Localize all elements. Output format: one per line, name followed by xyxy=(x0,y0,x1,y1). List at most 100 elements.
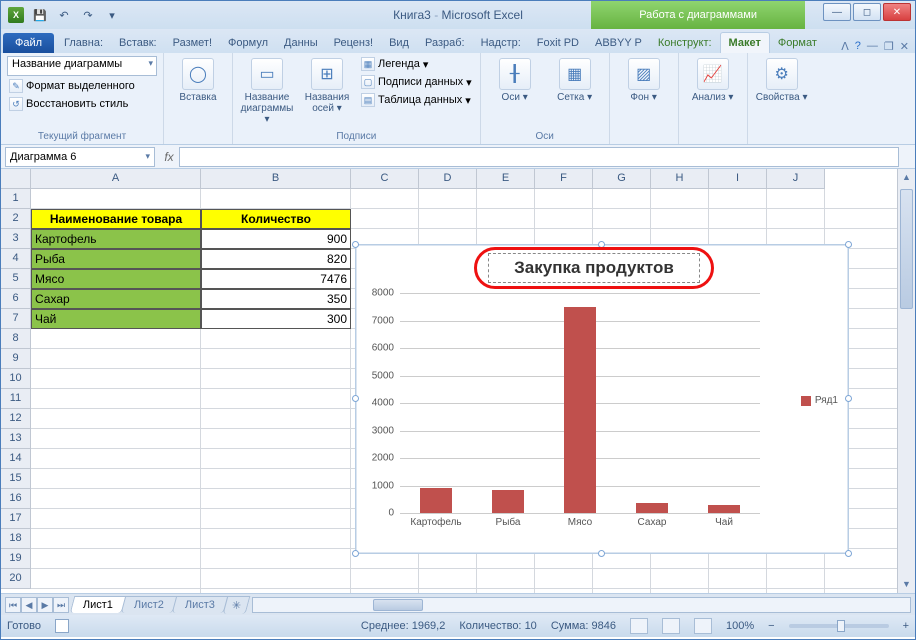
row-header[interactable]: 11 xyxy=(1,389,31,409)
tab-nav-last-icon[interactable]: ⏭ xyxy=(53,597,69,613)
axis-titles-button[interactable]: ⊞ Названия осей ▾ xyxy=(299,56,355,116)
row-header[interactable]: 6 xyxy=(1,289,31,309)
vertical-scrollbar[interactable]: ▲ ▼ xyxy=(897,169,915,593)
row-header[interactable]: 16 xyxy=(1,489,31,509)
column-header[interactable]: F xyxy=(535,169,593,189)
chart-bar[interactable] xyxy=(636,503,668,513)
insert-shapes-button[interactable]: ◯ Вставка xyxy=(170,56,226,105)
column-header[interactable]: C xyxy=(351,169,419,189)
sheet-tab[interactable]: Лист2 xyxy=(121,596,178,613)
reset-style-button[interactable]: ↺Восстановить стиль xyxy=(7,96,157,112)
zoom-out-button[interactable]: − xyxy=(768,620,774,632)
chart-bar[interactable] xyxy=(708,505,740,513)
zoom-in-button[interactable]: + xyxy=(903,620,909,632)
table-qty-cell[interactable]: 900 xyxy=(201,229,351,249)
row-header[interactable]: 17 xyxy=(1,509,31,529)
view-page-layout-icon[interactable] xyxy=(662,618,680,634)
close-button[interactable]: ✕ xyxy=(883,3,911,21)
format-selection-button[interactable]: ✎Формат выделенного xyxy=(7,78,157,94)
tab-developer[interactable]: Разраб: xyxy=(417,33,473,53)
tab-foxit[interactable]: Foxit PD xyxy=(529,33,587,53)
row-header[interactable]: 4 xyxy=(1,249,31,269)
row-header[interactable]: 15 xyxy=(1,469,31,489)
zoom-slider[interactable] xyxy=(789,624,889,628)
data-labels-button[interactable]: ▢Подписи данных ▾ xyxy=(359,74,474,90)
column-header[interactable]: E xyxy=(477,169,535,189)
chart-legend[interactable]: Ряд1 xyxy=(801,395,838,406)
scroll-thumb[interactable] xyxy=(373,599,423,611)
chart-bar[interactable] xyxy=(420,488,452,513)
scroll-thumb[interactable] xyxy=(900,189,913,309)
zoom-level[interactable]: 100% xyxy=(726,620,754,632)
legend-button[interactable]: ▦Легенда ▾ xyxy=(359,56,474,72)
view-normal-icon[interactable] xyxy=(630,618,648,634)
row-header[interactable]: 12 xyxy=(1,409,31,429)
resize-handle[interactable] xyxy=(352,395,359,402)
column-header[interactable]: D xyxy=(419,169,477,189)
row-header[interactable]: 5 xyxy=(1,269,31,289)
sheet-tab-active[interactable]: Лист1 xyxy=(70,596,127,613)
table-qty-cell[interactable]: 7476 xyxy=(201,269,351,289)
ribbon-minimize-icon[interactable]: ᐱ xyxy=(841,40,849,53)
minimize-button[interactable]: — xyxy=(823,3,851,21)
background-button[interactable]: ▨Фон ▾ xyxy=(616,56,672,105)
tab-layout[interactable]: Размет! xyxy=(165,33,220,53)
row-header[interactable]: 7 xyxy=(1,309,31,329)
undo-icon[interactable]: ↶ xyxy=(53,4,75,26)
column-header[interactable]: J xyxy=(767,169,825,189)
chart-bar[interactable] xyxy=(564,307,596,513)
chart-bar[interactable] xyxy=(492,490,524,513)
embedded-chart[interactable]: Закупка продуктов 0100020003000400050006… xyxy=(355,244,849,554)
resize-handle[interactable] xyxy=(845,241,852,248)
view-page-break-icon[interactable] xyxy=(694,618,712,634)
maximize-button[interactable]: ◻ xyxy=(853,3,881,21)
row-header[interactable]: 1 xyxy=(1,189,31,209)
resize-handle[interactable] xyxy=(598,241,605,248)
doc-minimize-icon[interactable]: — xyxy=(867,40,878,53)
horizontal-scrollbar[interactable] xyxy=(252,597,911,613)
resize-handle[interactable] xyxy=(352,550,359,557)
table-qty-cell[interactable]: 820 xyxy=(201,249,351,269)
table-header-cell[interactable]: Наименование товара xyxy=(31,209,201,229)
tab-chart-design[interactable]: Конструкт: xyxy=(650,33,720,53)
tab-abbyy[interactable]: ABBYY P xyxy=(587,33,650,53)
column-header[interactable]: A xyxy=(31,169,201,189)
data-table-button[interactable]: ▤Таблица данных ▾ xyxy=(359,92,474,108)
row-header[interactable]: 19 xyxy=(1,549,31,569)
table-qty-cell[interactable]: 300 xyxy=(201,309,351,329)
plot-area[interactable]: 010002000300040005000600070008000Картофе… xyxy=(400,293,760,513)
tab-formulas[interactable]: Формул xyxy=(220,33,276,53)
row-header[interactable]: 20 xyxy=(1,569,31,589)
formula-input[interactable] xyxy=(179,147,899,167)
axes-button[interactable]: ╂Оси ▾ xyxy=(487,56,543,105)
row-header[interactable]: 8 xyxy=(1,329,31,349)
select-all-corner[interactable] xyxy=(1,169,31,189)
row-header[interactable]: 14 xyxy=(1,449,31,469)
column-header[interactable]: H xyxy=(651,169,709,189)
chart-element-combo[interactable]: Название диаграммы xyxy=(7,56,157,76)
table-header-cell[interactable]: Количество xyxy=(201,209,351,229)
tab-home[interactable]: Главна: xyxy=(56,33,111,53)
fx-icon[interactable]: fx xyxy=(159,150,179,164)
tab-chart-format[interactable]: Формат xyxy=(770,33,825,53)
table-name-cell[interactable]: Чай xyxy=(31,309,201,329)
tab-nav-prev-icon[interactable]: ◀ xyxy=(21,597,37,613)
table-name-cell[interactable]: Сахар xyxy=(31,289,201,309)
tab-chart-layout[interactable]: Макет xyxy=(720,32,770,53)
resize-handle[interactable] xyxy=(845,550,852,557)
file-tab[interactable]: Файл xyxy=(3,33,54,53)
tab-review[interactable]: Реценз! xyxy=(326,33,381,53)
column-header[interactable]: G xyxy=(593,169,651,189)
sheet-tab[interactable]: Лист3 xyxy=(172,596,229,613)
doc-close-icon[interactable]: ✕ xyxy=(900,40,909,53)
help-icon[interactable]: ? xyxy=(855,40,861,53)
tab-view[interactable]: Вид xyxy=(381,33,417,53)
column-header[interactable]: B xyxy=(201,169,351,189)
scroll-down-icon[interactable]: ▼ xyxy=(898,576,915,593)
row-header[interactable]: 13 xyxy=(1,429,31,449)
column-header[interactable]: I xyxy=(709,169,767,189)
scroll-up-icon[interactable]: ▲ xyxy=(898,169,915,186)
gridlines-button[interactable]: ▦Сетка ▾ xyxy=(547,56,603,105)
table-qty-cell[interactable]: 350 xyxy=(201,289,351,309)
analysis-button[interactable]: 📈Анализ ▾ xyxy=(685,56,741,105)
